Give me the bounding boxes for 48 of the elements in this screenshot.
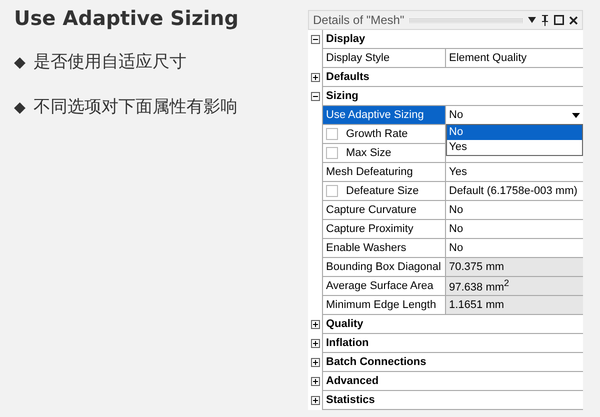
expander-icon[interactable] <box>310 35 320 44</box>
property-value[interactable]: 1.1651 mm <box>446 296 583 315</box>
panel-title: Details of "Mesh" <box>313 13 404 27</box>
checkbox[interactable] <box>326 147 338 159</box>
property-label[interactable]: Enable Washers <box>322 239 446 258</box>
property-value[interactable]: Yes <box>446 163 583 182</box>
property-label[interactable]: Max Size <box>322 144 446 163</box>
expander-icon[interactable] <box>310 339 320 348</box>
checkbox[interactable] <box>326 185 338 197</box>
dropdown-arrow-icon[interactable] <box>528 17 536 23</box>
property-value[interactable]: Default (6.1758e-003 mm) <box>446 182 583 201</box>
property-value[interactable]: No <box>446 220 583 239</box>
expander-icon[interactable] <box>310 377 320 386</box>
group-header[interactable]: Statistics <box>322 391 583 410</box>
expander-icon[interactable] <box>310 358 320 367</box>
property-label[interactable]: Growth Rate <box>322 125 446 144</box>
property-label[interactable]: Use Adaptive Sizing <box>322 106 446 125</box>
group-header[interactable]: Inflation <box>322 334 583 353</box>
dropdown-option[interactable]: No <box>447 125 582 140</box>
group-header[interactable]: Advanced <box>322 372 583 391</box>
expander-icon[interactable] <box>310 73 320 82</box>
expander-icon[interactable] <box>310 320 320 329</box>
group-header[interactable]: Display <box>322 30 583 49</box>
expander-icon[interactable] <box>310 92 320 101</box>
slide-title: Use Adaptive Sizing <box>14 6 240 30</box>
maximize-icon[interactable] <box>554 15 564 25</box>
pin-icon[interactable] <box>541 14 549 26</box>
bullet-marker: ◆ <box>14 98 26 116</box>
dropdown-arrow-icon[interactable] <box>572 113 580 118</box>
bullet-text: 是否使用自适应尺寸 <box>34 51 187 73</box>
property-label[interactable]: Defeature Size <box>322 182 446 201</box>
bullet-text: 不同选项对下面属性有影响 <box>34 96 238 118</box>
property-value[interactable]: No <box>446 201 583 220</box>
dropdown-option[interactable]: Yes <box>447 140 582 155</box>
property-label[interactable]: Capture Proximity <box>322 220 446 239</box>
property-value[interactable]: 97.638 mm$^{2}$ <box>446 277 583 296</box>
property-label[interactable]: Display Style <box>322 49 446 68</box>
property-value[interactable]: 70.375 mm <box>446 258 583 277</box>
property-label[interactable]: Capture Curvature <box>322 201 446 220</box>
property-value[interactable]: Element Quality <box>446 49 583 68</box>
group-header[interactable]: Defaults <box>322 68 583 87</box>
close-icon[interactable] <box>569 16 578 24</box>
checkbox[interactable] <box>326 128 338 140</box>
group-header[interactable]: Batch Connections <box>322 353 583 372</box>
expander-icon[interactable] <box>310 396 320 405</box>
property-label[interactable]: Mesh Defeaturing <box>322 163 446 182</box>
bullet-marker: ◆ <box>14 52 26 70</box>
group-header[interactable]: Quality <box>322 315 583 334</box>
